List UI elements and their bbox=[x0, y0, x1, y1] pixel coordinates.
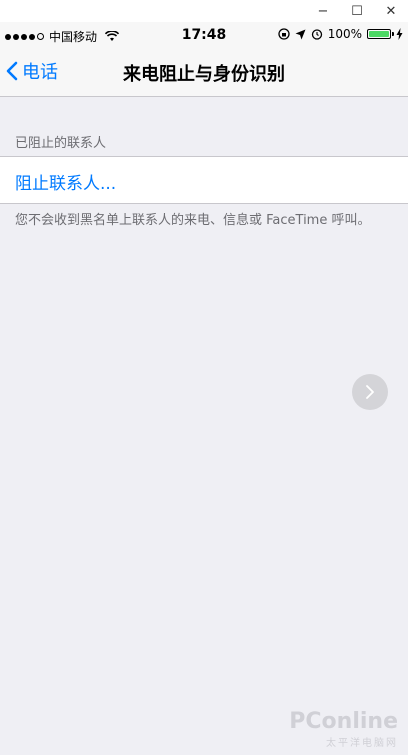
alarm-icon bbox=[311, 29, 322, 40]
page-title: 来电阻止与身份识别 bbox=[123, 64, 285, 85]
battery-percent: 100% bbox=[327, 27, 362, 41]
block-contact-cell[interactable]: 阻止联系人... bbox=[0, 156, 408, 204]
status-bar: 中国移动 17:48 100% bbox=[0, 22, 408, 48]
section-header-blocked: 已阻止的联系人 bbox=[15, 136, 107, 151]
maximize-button[interactable]: ☐ bbox=[340, 0, 374, 22]
block-contact-label: 阻止联系人... bbox=[15, 174, 117, 194]
section-footer: 您不会收到黑名单上联系人的来电、信息或 FaceTime 呼叫。 bbox=[15, 213, 371, 228]
close-button[interactable]: ✕ bbox=[374, 0, 408, 22]
battery-icon bbox=[367, 29, 394, 39]
chevron-right-icon bbox=[366, 385, 374, 399]
minimize-button[interactable]: − bbox=[306, 0, 340, 22]
orientation-lock-icon bbox=[278, 28, 290, 40]
status-right: 100% bbox=[278, 27, 403, 41]
watermark: PConline 太平洋电脑网 bbox=[289, 709, 398, 749]
watermark-brand: PConline bbox=[289, 709, 398, 734]
charging-bolt-icon bbox=[396, 28, 403, 40]
window-title-bar: − ☐ ✕ bbox=[0, 0, 408, 22]
watermark-sub: 太平洋电脑网 bbox=[326, 738, 398, 749]
location-arrow-icon bbox=[295, 29, 306, 39]
assistive-touch-button[interactable] bbox=[352, 374, 388, 410]
navigation-bar: 电话 来电阻止与身份识别 bbox=[0, 48, 408, 97]
